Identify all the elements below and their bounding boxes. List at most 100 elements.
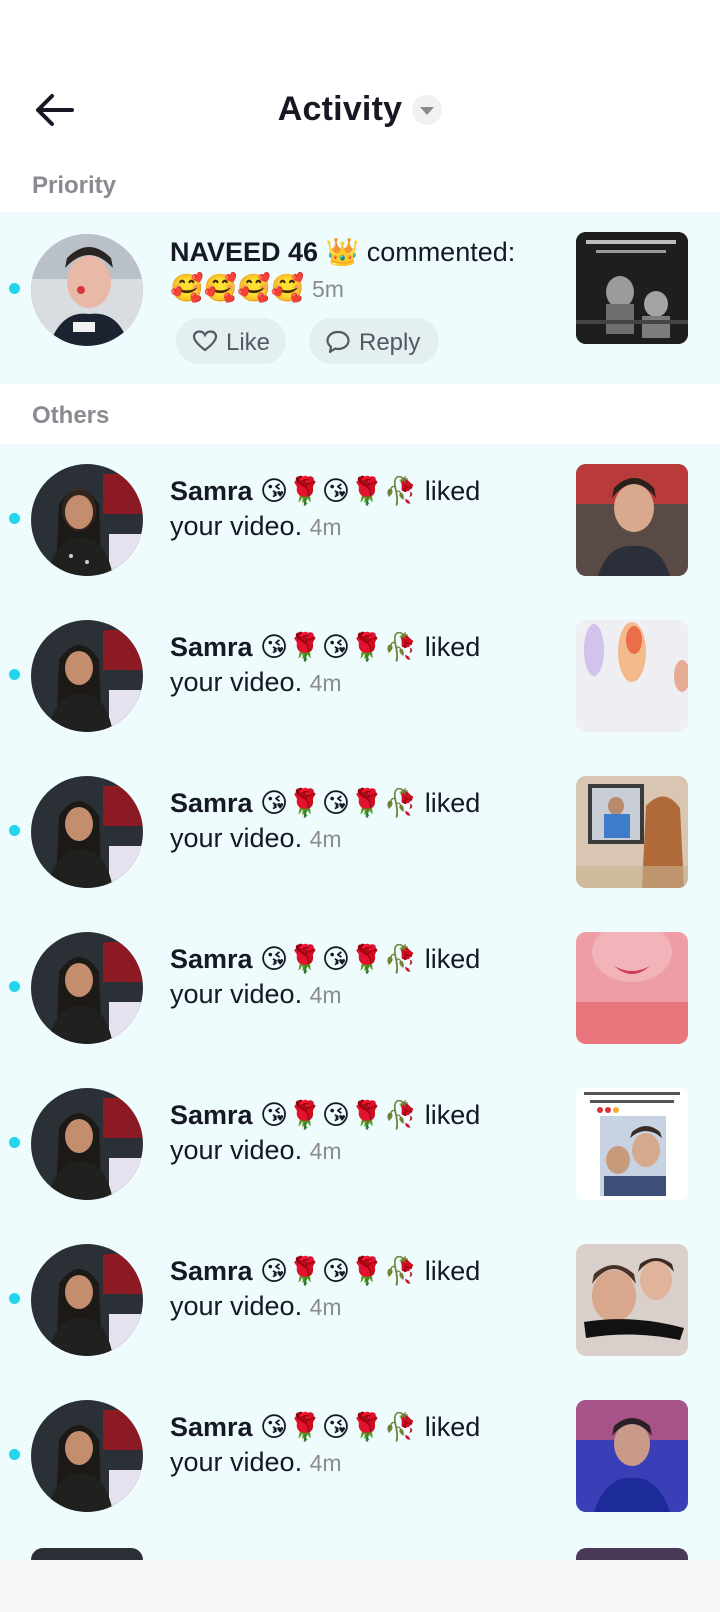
like-button[interactable]: Like: [176, 318, 286, 364]
timestamp: 4m: [309, 514, 342, 540]
object-text: your video.: [170, 1135, 303, 1165]
activity-row[interactable]: Samra 😘🌹😘🌹🥀 liked your video. 4m: [0, 912, 720, 1068]
comment-body: 🥰🥰🥰🥰 5m: [170, 272, 344, 304]
reply-button[interactable]: Reply: [309, 318, 439, 364]
object-text: your video.: [170, 823, 303, 853]
unread-dot: [9, 1449, 20, 1460]
avatar-photo: [31, 464, 143, 576]
timestamp: 4m: [309, 982, 342, 1008]
object-text: your video.: [170, 979, 303, 1009]
video-thumbnail[interactable]: [576, 1088, 688, 1200]
username[interactable]: Samra 😘🌹😘🌹🥀: [170, 1256, 417, 1286]
action-text: liked: [424, 476, 481, 506]
username[interactable]: Samra 😘🌹😘🌹🥀: [170, 1412, 417, 1442]
activity-subtext: your video. 4m: [170, 1291, 342, 1322]
activity-row[interactable]: Samra 😘🌹😘🌹🥀 liked your video. 4m: [0, 444, 720, 600]
video-thumbnail[interactable]: [576, 1400, 688, 1512]
action-text: liked: [424, 1256, 481, 1286]
object-text: your video.: [170, 667, 303, 697]
avatar-photo: [31, 234, 143, 346]
activity-text: Samra 😘🌹😘🌹🥀 liked: [170, 1099, 480, 1131]
activity-subtext: your video. 4m: [170, 667, 342, 698]
action-text: liked: [424, 788, 481, 818]
unread-dot: [9, 283, 20, 294]
video-thumbnail: [576, 1548, 688, 1560]
timestamp: 4m: [309, 1138, 342, 1164]
comment-text: NAVEED 46 👑 commented:: [170, 236, 515, 268]
avatar[interactable]: [31, 1400, 143, 1512]
activity-subtext: your video. 4m: [170, 511, 342, 542]
activity-row[interactable]: Samra 😘🌹😘🌹🥀 liked your video. 4m: [0, 756, 720, 912]
thumbnail-image: [576, 1400, 688, 1512]
activity-subtext: your video. 4m: [170, 1135, 342, 1166]
activity-row[interactable]: Samra 😘🌹😘🌹🥀 liked your video. 4m: [0, 1224, 720, 1380]
activity-subtext: your video. 4m: [170, 823, 342, 854]
username[interactable]: Samra 😘🌹😘🌹🥀: [170, 1100, 417, 1130]
username[interactable]: Samra 😘🌹😘🌹🥀: [170, 476, 417, 506]
avatar-photo: [31, 1088, 143, 1200]
thumbnail-image: [576, 232, 688, 344]
avatar-photo: [31, 1400, 143, 1512]
timestamp: 4m: [309, 1450, 342, 1476]
avatar-photo: [31, 620, 143, 732]
username[interactable]: Samra 😘🌹😘🌹🥀: [170, 632, 417, 662]
avatar[interactable]: [31, 464, 143, 576]
header: Activity: [0, 0, 720, 160]
activity-text: Samra 😘🌹😘🌹🥀 liked: [170, 631, 480, 663]
activity-text: Samra 😘🌹😘🌹🥀 liked: [170, 787, 480, 819]
like-label: Like: [226, 329, 271, 356]
avatar[interactable]: [31, 776, 143, 888]
unread-dot: [9, 669, 20, 680]
activity-text: Samra 😘🌹😘🌹🥀 liked: [170, 1255, 480, 1287]
unread-dot: [9, 825, 20, 836]
action-text: liked: [424, 944, 481, 974]
speech-bubble-icon: [326, 330, 350, 354]
action-text: liked: [424, 632, 481, 662]
thumbnail-image: [576, 776, 688, 888]
video-thumbnail[interactable]: [576, 932, 688, 1044]
heart-icon: [192, 330, 218, 352]
username[interactable]: NAVEED 46 👑: [170, 237, 359, 267]
section-label-priority: Priority: [32, 172, 117, 199]
avatar[interactable]: [31, 234, 143, 346]
thumbnail-image: [576, 464, 688, 576]
video-thumbnail[interactable]: [576, 776, 688, 888]
avatar-photo: [31, 776, 143, 888]
activity-subtext: your video. 4m: [170, 1447, 342, 1478]
activity-text: Samra 😘🌹😘🌹🥀 liked: [170, 943, 480, 975]
thumbnail-image: [576, 620, 688, 732]
video-thumbnail[interactable]: [576, 464, 688, 576]
page-title: Activity: [277, 90, 403, 128]
timestamp: 5m: [312, 276, 344, 302]
avatar[interactable]: [31, 1244, 143, 1356]
username[interactable]: Samra 😘🌹😘🌹🥀: [170, 788, 417, 818]
unread-dot: [9, 981, 20, 992]
activity-text: Samra 😘🌹😘🌹🥀 liked: [170, 475, 480, 507]
activity-row[interactable]: Samra 😘🌹😘🌹🥀 liked your video. 4m: [0, 1068, 720, 1224]
video-thumbnail[interactable]: [576, 1244, 688, 1356]
thumbnail-image: [576, 1088, 688, 1200]
action-text: liked: [424, 1412, 481, 1442]
action-text: commented:: [366, 237, 516, 267]
avatar[interactable]: [31, 620, 143, 732]
video-thumbnail[interactable]: [576, 620, 688, 732]
unread-dot: [9, 1137, 20, 1148]
activity-subtext: your video. 4m: [170, 979, 342, 1010]
object-text: your video.: [170, 1291, 303, 1321]
object-text: your video.: [170, 511, 303, 541]
activity-row[interactable]: Samra 😘🌹😘🌹🥀 liked your video. 4m: [0, 600, 720, 756]
avatar[interactable]: [31, 932, 143, 1044]
avatar-photo: [31, 932, 143, 1044]
avatar[interactable]: [31, 1088, 143, 1200]
thumbnail-image: [576, 1244, 688, 1356]
caret-down-icon[interactable]: [412, 94, 443, 125]
unread-dot: [9, 1293, 20, 1304]
comment-emojis: 🥰🥰🥰🥰: [170, 273, 305, 303]
video-thumbnail[interactable]: [576, 232, 688, 344]
username[interactable]: Samra 😘🌹😘🌹🥀: [170, 944, 417, 974]
avatar: [31, 1548, 143, 1560]
action-text: liked: [424, 1100, 481, 1130]
title-area: Activity: [0, 90, 720, 129]
section-label-others: Others: [32, 402, 110, 429]
activity-row[interactable]: Samra 😘🌹😘🌹🥀 liked your video. 4m: [0, 1380, 720, 1536]
